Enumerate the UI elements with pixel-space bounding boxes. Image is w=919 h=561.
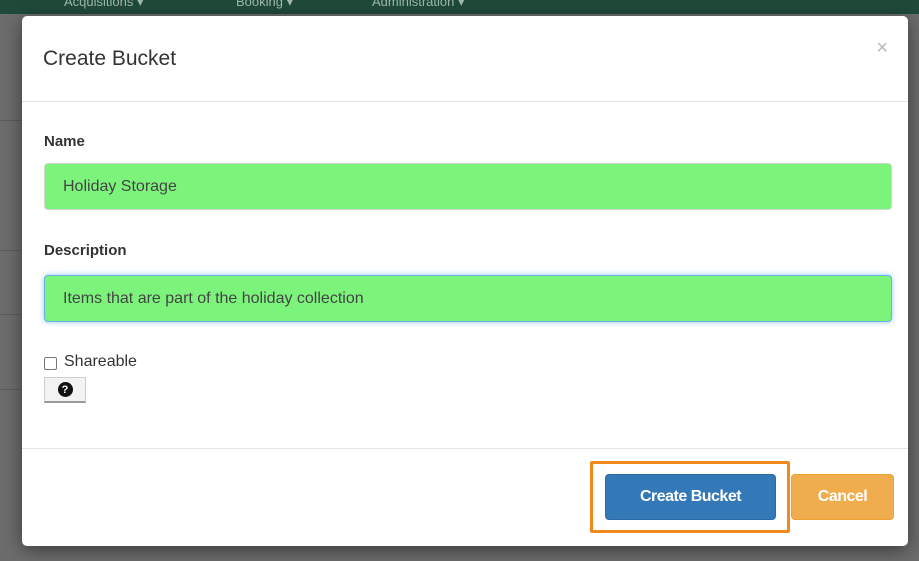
name-label: Name (44, 133, 85, 150)
modal-title: Create Bucket (43, 47, 177, 70)
description-input[interactable] (44, 275, 892, 322)
divider (0, 389, 22, 390)
help-button[interactable]: ? (44, 377, 86, 403)
question-icon: ? (57, 382, 73, 397)
modal-header: Create Bucket × (22, 16, 908, 102)
nav-item-booking: Booking ▾ (236, 0, 294, 9)
create-bucket-modal: Create Bucket × Name Description Shareab… (22, 16, 908, 546)
shareable-checkbox[interactable] (44, 357, 57, 370)
description-label: Description (44, 242, 127, 259)
divider (0, 314, 22, 315)
create-bucket-button[interactable]: Create Bucket (605, 474, 776, 520)
shareable-label[interactable]: Shareable (64, 353, 137, 371)
modal-footer: Create Bucket Cancel (22, 448, 908, 547)
divider (0, 250, 22, 251)
divider (0, 120, 22, 121)
nav-item-administration: Administration ▾ (372, 0, 465, 9)
close-icon[interactable]: × (876, 38, 888, 58)
nav-item-acquisitions: Acquisitions ▾ (64, 0, 144, 9)
background-navbar: Acquisitions ▾ Booking ▾ Administration … (0, 0, 919, 14)
cancel-button[interactable]: Cancel (791, 474, 894, 520)
name-input[interactable] (44, 163, 892, 210)
